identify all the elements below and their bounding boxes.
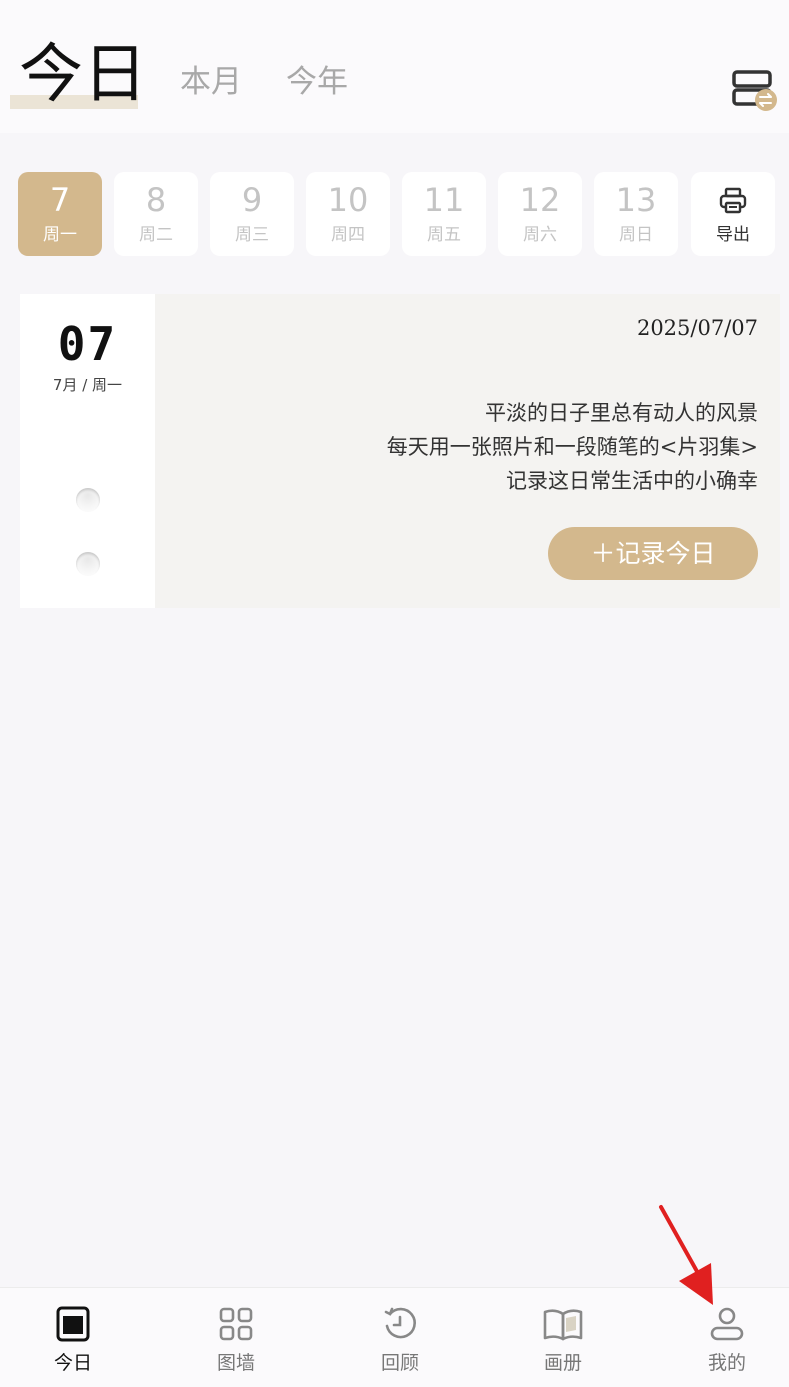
quote-line: 平淡的日子里总有动人的风景 [485, 401, 758, 425]
today-icon [56, 1306, 90, 1342]
day-weekday: 周一 [43, 225, 77, 245]
day-weekday: 周六 [523, 225, 557, 245]
book-icon [543, 1309, 583, 1341]
day-8[interactable]: 8 周二 [114, 172, 198, 256]
history-icon [384, 1307, 416, 1339]
nav-label: 回顾 [380, 1352, 419, 1374]
entry-date: 2025/07/07 [636, 316, 758, 340]
record-today-button[interactable]: ＋记录今日 [548, 527, 758, 580]
day-number: 13 [615, 181, 657, 219]
grid-icon [219, 1307, 253, 1341]
quote-line: 每天用一张照片和一段随笔的<片羽集> [386, 435, 758, 459]
card-day-block: 07 7月 / 周一 [20, 318, 155, 395]
annotation-arrow-icon [659, 1205, 713, 1305]
nav-label: 画册 [543, 1352, 582, 1374]
layout-switch-button[interactable] [726, 68, 780, 114]
card-day-number: 07 [57, 317, 118, 371]
tab-year[interactable]: 今年 [286, 62, 348, 102]
user-icon [710, 1307, 744, 1341]
tab-month[interactable]: 本月 [180, 62, 242, 102]
day-12[interactable]: 12 周六 [498, 172, 582, 256]
day-weekday: 周二 [139, 225, 173, 245]
binder-ring-icon [76, 552, 100, 576]
day-weekday: 周日 [619, 225, 653, 245]
card-content: 2025/07/07 平淡的日子里总有动人的风景 每天用一张照片和一段随笔的<片… [155, 294, 780, 608]
day-9[interactable]: 9 周三 [210, 172, 294, 256]
nav-label: 今日 [53, 1352, 92, 1374]
day-number: 7 [49, 181, 71, 219]
day-number: 11 [423, 181, 465, 219]
nav-today[interactable]: 今日 [13, 1288, 133, 1387]
day-7[interactable]: 7 周一 [18, 172, 102, 256]
binder-ring-icon [76, 488, 100, 512]
card-month-weekday: 7月 / 周一 [52, 376, 123, 394]
week-day-strip: 7 周一 8 周二 9 周三 10 周四 11 周五 12 周六 13 周日 导… [18, 172, 778, 257]
tab-today[interactable]: 今日 [19, 38, 147, 112]
day-number: 9 [241, 181, 263, 219]
nav-label: 我的 [707, 1352, 746, 1374]
day-11[interactable]: 11 周五 [402, 172, 486, 256]
layout-switch-icon [732, 70, 777, 111]
day-weekday: 周三 [235, 225, 269, 245]
nav-album[interactable]: 画册 [503, 1288, 623, 1387]
quote-line: 记录这日常生活中的小确幸 [506, 469, 758, 493]
export-label: 导出 [716, 225, 750, 245]
day-10[interactable]: 10 周四 [306, 172, 390, 256]
export-button[interactable]: 导出 [691, 172, 775, 256]
nav-photo-wall[interactable]: 图墙 [176, 1288, 296, 1387]
day-number: 8 [145, 181, 167, 219]
nav-review[interactable]: 回顾 [340, 1288, 460, 1387]
day-number: 12 [519, 181, 561, 219]
top-header: 今日 本月 今年 [0, 0, 789, 133]
nav-label: 图墙 [216, 1352, 255, 1374]
printer-icon [719, 187, 747, 214]
day-weekday: 周四 [331, 225, 365, 245]
day-number: 10 [327, 181, 369, 219]
day-weekday: 周五 [427, 225, 461, 245]
day-13[interactable]: 13 周日 [594, 172, 678, 256]
entry-quote: 平淡的日子里总有动人的风景 每天用一张照片和一段随笔的<片羽集> 记录这日常生活… [387, 396, 758, 498]
